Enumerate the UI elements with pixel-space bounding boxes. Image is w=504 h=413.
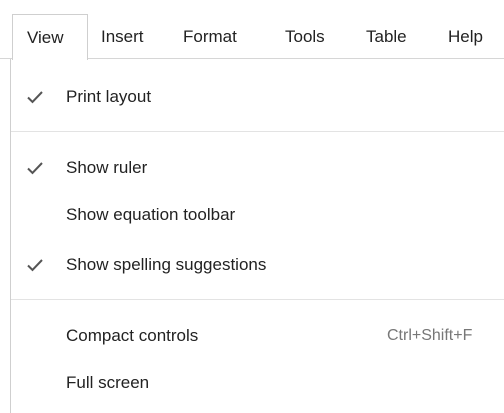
menu-view[interactable]: View xyxy=(12,14,88,60)
menu-item-label: Full screen xyxy=(66,373,150,392)
view-menu-dropdown: Print layout Show ruler Show equation to… xyxy=(10,59,504,413)
menu-table[interactable]: Table xyxy=(366,26,407,48)
menu-item-show-spelling-suggestions[interactable]: Show spelling suggestions xyxy=(11,248,504,282)
menu-insert[interactable]: Insert xyxy=(101,26,144,48)
menu-item-compact-controls[interactable]: Compact controls Ctrl+Shift+F xyxy=(11,319,504,353)
menu-separator xyxy=(11,131,504,132)
menu-bar: View Insert Format Tools Table Help xyxy=(0,0,504,60)
left-edge-background xyxy=(0,0,10,413)
menu-item-label: Show ruler xyxy=(66,158,148,177)
check-icon xyxy=(27,259,43,272)
menu-item-full-screen[interactable]: Full screen xyxy=(11,366,504,400)
menu-help[interactable]: Help xyxy=(448,26,483,48)
menu-item-show-equation-toolbar[interactable]: Show equation toolbar xyxy=(11,198,504,232)
menu-separator xyxy=(11,299,504,300)
check-icon xyxy=(27,162,43,175)
menu-item-label: Compact controls xyxy=(66,326,199,345)
check-icon xyxy=(27,91,43,104)
menu-item-label: Print layout xyxy=(66,87,152,106)
menu-item-show-ruler[interactable]: Show ruler xyxy=(11,151,504,185)
menu-item-label: Show equation toolbar xyxy=(66,205,236,224)
menu-item-print-layout[interactable]: Print layout xyxy=(11,80,504,114)
menu-format[interactable]: Format xyxy=(183,26,237,48)
menu-tools[interactable]: Tools xyxy=(285,26,325,48)
menu-item-label: Show spelling suggestions xyxy=(66,255,267,274)
menu-item-shortcut: Ctrl+Shift+F xyxy=(387,327,473,344)
